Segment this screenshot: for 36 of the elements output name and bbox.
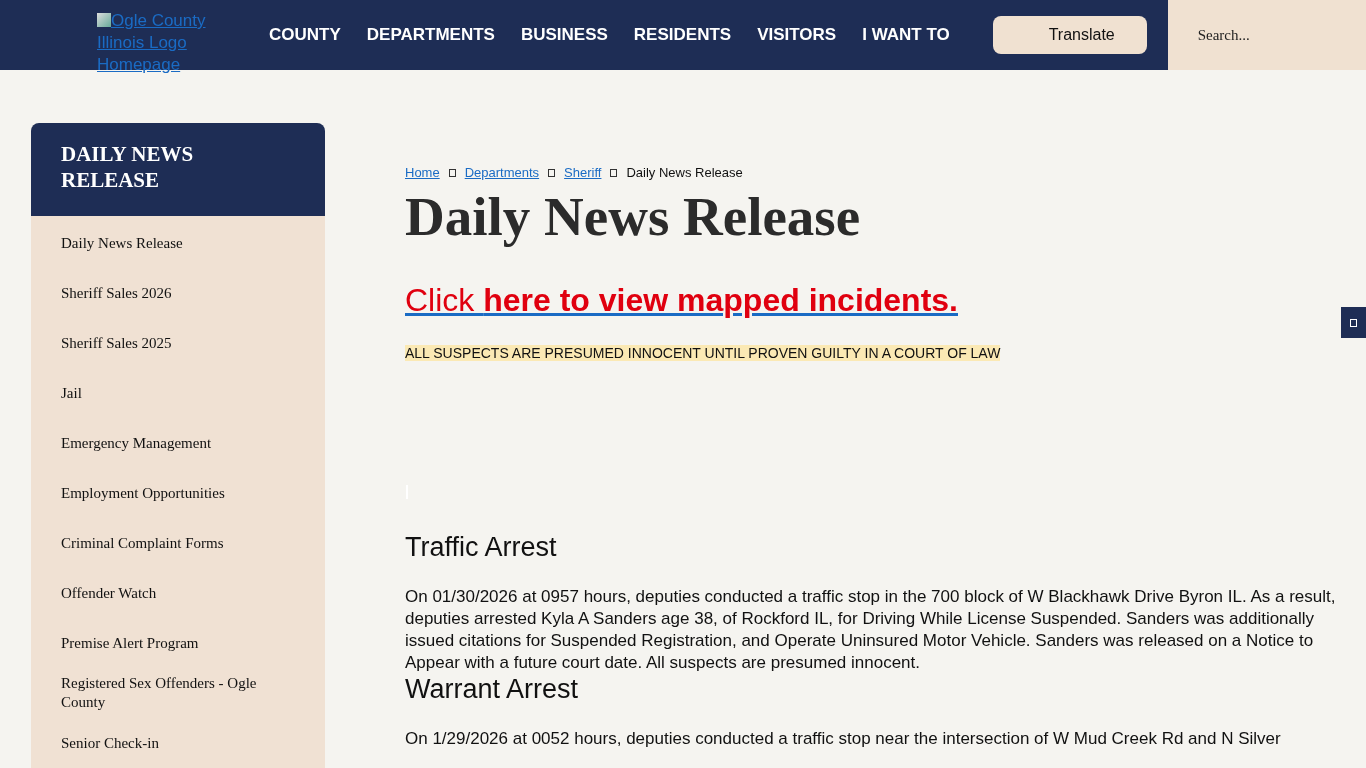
sidebar-item[interactable]: Senior Check-in [31,718,325,768]
nav-link[interactable]: DEPARTMENTS [366,25,495,45]
square-icon [1350,318,1357,327]
separator-icon [610,168,618,177]
sidebar-item[interactable]: Registered Sex Offenders - Ogle County [31,668,325,718]
notice-text: ALL SUSPECTS ARE PRESUMED INNOCENT UNTIL PROVEN GUILTY IN A COURT OF LAW [405,345,1001,361]
sidebar-item[interactable]: Daily News Release [31,218,325,268]
sidebar-item[interactable]: Emergency Management [31,418,325,468]
page-title: Daily News Release [405,186,862,248]
sidebar-item[interactable]: Premise Alert Program [31,618,325,668]
breadcrumb-current: Daily News Release [626,165,743,180]
search-field[interactable]: Search... [1167,0,1366,70]
article-heading: Traffic Arrest [405,532,558,562]
sidebar-title: DAILY NEWS RELEASE [31,123,325,216]
article-heading: Warrant Arrest [405,674,580,704]
article-text: On 01/30/2026 at 0957 hours, deputies conducted a traffic stop in the 700 block of W Blackhawk Drive Byron IL. As a result, deputies arrested Kyla A Sanders age 38, of Rockford IL, for Driving While License Suspended. Sanders was additionally issued citations for Suspended Registration, and Operate Uninsured Motor Vehicle. Sanders was released on a Notice to Appear with a future court date. All suspects are presumed innocent. [405,586,1336,674]
breadcrumb-link[interactable]: Home [405,165,440,180]
sidebar-item[interactable]: Employment Opportunities [31,468,325,518]
nav-link[interactable]: VISITORS [757,25,837,45]
nav-link[interactable]: RESIDENTS [633,25,732,45]
nav-link[interactable]: I WANT TO [862,25,950,45]
breadcrumb-link[interactable]: Departments [464,165,540,180]
map-link[interactable]: Click here to view mapped incidents. [405,282,958,319]
nav-link[interactable]: COUNTY [269,25,341,45]
sidebar-item[interactable]: Jail [31,368,325,418]
side-tab[interactable] [1341,307,1366,338]
sidebar-item[interactable]: Criminal Complaint Forms [31,518,325,568]
sidebar-item[interactable]: Sheriff Sales 2025 [31,318,325,368]
sidebar-item[interactable]: Offender Watch [31,568,325,618]
breadcrumb-link[interactable]: Sheriff [564,165,602,180]
nav-link[interactable]: BUSINESS [520,25,608,45]
sidebar-item[interactable]: Sheriff Sales 2026 [31,268,325,318]
separator-icon [548,168,556,177]
article-text: On 1/29/2026 at 0052 hours, deputies conducted a traffic stop near the intersection of W Mud Creek Rd and N Silver [405,728,1282,750]
translate-button[interactable]: Translate [992,16,1147,54]
separator-icon [448,168,456,177]
